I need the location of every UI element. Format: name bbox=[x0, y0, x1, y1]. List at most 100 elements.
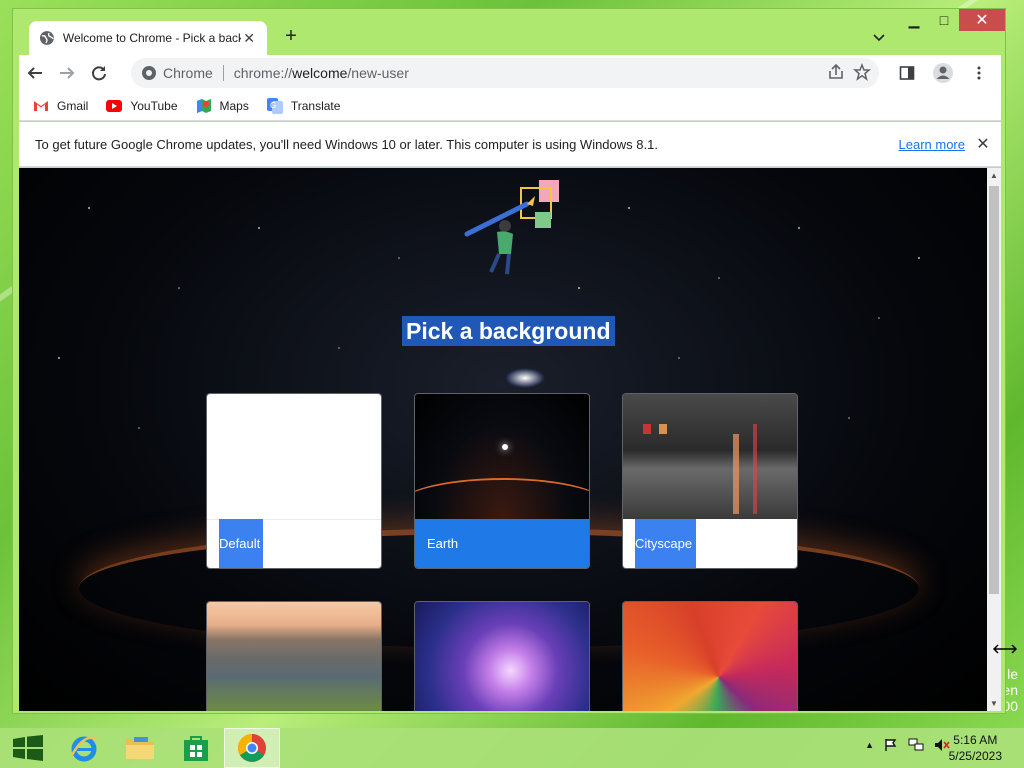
scroll-thumb[interactable] bbox=[989, 186, 999, 594]
action-center-flag-icon[interactable] bbox=[884, 738, 898, 752]
resize-cursor-icon bbox=[993, 644, 1017, 654]
svg-text:G: G bbox=[270, 101, 276, 110]
forward-button[interactable] bbox=[51, 57, 83, 89]
earth-star bbox=[502, 444, 508, 450]
page-heading: Pick a background bbox=[402, 316, 615, 346]
profile-button[interactable] bbox=[927, 57, 959, 89]
omnibox-site-label: Chrome bbox=[163, 65, 213, 81]
card-label: Default bbox=[219, 519, 263, 568]
city-lights bbox=[643, 424, 683, 434]
url-domain: welcome bbox=[292, 65, 348, 81]
scroll-up-icon[interactable]: ▲ bbox=[990, 171, 998, 180]
internet-explorer-button[interactable] bbox=[56, 728, 112, 768]
maximize-button[interactable]: □ bbox=[929, 9, 959, 31]
internet-explorer-icon bbox=[70, 736, 98, 762]
forward-arrow-icon bbox=[60, 67, 75, 79]
reload-icon bbox=[92, 66, 106, 81]
omnibox-actions bbox=[827, 63, 871, 81]
bookmark-label: Gmail bbox=[57, 98, 89, 113]
sun-glow bbox=[505, 368, 545, 388]
cityscape-thumbnail bbox=[623, 394, 797, 519]
painter-illustration-icon bbox=[464, 180, 559, 275]
toolbar-right bbox=[891, 57, 995, 89]
share-icon[interactable] bbox=[827, 63, 845, 81]
city-reflection bbox=[753, 424, 757, 514]
close-tab-icon[interactable]: ✕ bbox=[241, 30, 257, 47]
background-card-cityscape[interactable]: Cityscape bbox=[622, 393, 798, 569]
welcome-page: Pick a background Default Earth Cityscap… bbox=[19, 168, 987, 711]
url-path: /new-user bbox=[347, 65, 409, 81]
back-arrow-icon bbox=[27, 67, 42, 79]
minimize-button[interactable]: ▁ bbox=[899, 9, 929, 31]
side-panel-icon bbox=[899, 66, 915, 80]
folder-icon bbox=[126, 737, 154, 759]
globe-icon bbox=[39, 31, 54, 45]
bookmark-gmail[interactable]: Gmail bbox=[33, 99, 88, 113]
background-card-geometric[interactable] bbox=[622, 601, 798, 711]
windows-logo-icon bbox=[13, 735, 43, 761]
toolbar: Chrome chrome://welcome/new-user bbox=[19, 55, 1001, 91]
landscape-thumbnail bbox=[207, 602, 381, 711]
new-tab-button[interactable]: + bbox=[279, 25, 303, 49]
taskbar: ▲ 5:16 AM 5/25/2023 bbox=[0, 728, 1024, 768]
chrome-site-icon bbox=[142, 66, 156, 80]
tab-welcome[interactable]: Welcome to Chrome - Pick a background ✕ bbox=[29, 21, 267, 55]
close-window-button[interactable]: ✕ bbox=[959, 9, 1005, 31]
bookmark-label: Maps bbox=[219, 98, 249, 113]
scroll-down-icon[interactable]: ▼ bbox=[990, 699, 998, 708]
background-card-galaxy[interactable] bbox=[414, 601, 590, 711]
back-button[interactable] bbox=[19, 57, 51, 89]
bookmark-star-icon[interactable] bbox=[853, 63, 871, 81]
system-tray: ▲ bbox=[865, 738, 950, 752]
geometric-thumbnail bbox=[623, 602, 797, 711]
chrome-window: Welcome to Chrome - Pick a background ✕ … bbox=[12, 8, 1006, 714]
show-hidden-icons-icon[interactable]: ▲ bbox=[865, 740, 874, 750]
file-explorer-button[interactable] bbox=[112, 728, 168, 768]
default-thumbnail bbox=[207, 394, 381, 519]
background-card-earth[interactable]: Earth bbox=[414, 393, 590, 569]
background-card-default[interactable]: Default bbox=[206, 393, 382, 569]
store-icon bbox=[184, 736, 208, 761]
clock[interactable]: 5:16 AM 5/25/2023 bbox=[949, 732, 1002, 764]
window-controls: ▁ □ ✕ bbox=[899, 9, 1005, 31]
omnibox-separator bbox=[222, 65, 224, 81]
side-panel-button[interactable] bbox=[891, 57, 923, 89]
page-scrollbar[interactable]: ▲ ▼ bbox=[987, 168, 1001, 711]
close-infobar-icon[interactable]: ✕ bbox=[975, 134, 991, 154]
city-reflection bbox=[733, 434, 739, 514]
omnibox-url: chrome://welcome/new-user bbox=[234, 65, 409, 81]
store-button[interactable] bbox=[168, 728, 224, 768]
learn-more-link[interactable]: Learn more bbox=[899, 137, 965, 152]
bookmark-maps[interactable]: Maps bbox=[196, 98, 249, 114]
tab-strip: Welcome to Chrome - Pick a background ✕ … bbox=[13, 9, 1005, 55]
card-label: Earth bbox=[427, 519, 467, 568]
reload-button[interactable] bbox=[83, 57, 115, 89]
infobar-message: To get future Google Chrome updates, you… bbox=[35, 136, 658, 152]
bookmark-youtube[interactable]: YouTube bbox=[106, 98, 178, 113]
volume-muted-icon[interactable] bbox=[934, 738, 950, 752]
galaxy-thumbnail bbox=[415, 602, 589, 711]
bookmark-translate[interactable]: G Translate bbox=[266, 97, 341, 114]
chrome-icon bbox=[238, 734, 266, 762]
translate-icon: G bbox=[266, 97, 283, 114]
chrome-taskbar-button[interactable] bbox=[224, 728, 280, 768]
menu-button[interactable] bbox=[963, 57, 995, 89]
background-card-landscape[interactable] bbox=[206, 601, 382, 711]
gmail-icon bbox=[34, 100, 48, 111]
clock-date: 5/25/2023 bbox=[948, 749, 1002, 763]
url-scheme: chrome:// bbox=[233, 65, 293, 81]
more-vert-icon bbox=[977, 66, 981, 80]
bookmark-label: Translate bbox=[290, 98, 341, 113]
tab-title: Welcome to Chrome - Pick a background bbox=[62, 31, 242, 45]
network-icon[interactable] bbox=[908, 738, 924, 752]
maps-icon bbox=[196, 98, 211, 113]
start-button[interactable] bbox=[0, 728, 56, 768]
update-infobar: To get future Google Chrome updates, you… bbox=[19, 122, 1001, 167]
card-label: Cityscape bbox=[635, 519, 696, 568]
youtube-icon bbox=[106, 99, 123, 112]
avatar-icon bbox=[933, 63, 953, 83]
omnibox[interactable]: Chrome chrome://welcome/new-user bbox=[131, 58, 879, 88]
earth-thumbnail bbox=[415, 394, 589, 519]
bookmark-label: YouTube bbox=[130, 98, 178, 113]
chevron-down-icon[interactable] bbox=[869, 27, 889, 47]
